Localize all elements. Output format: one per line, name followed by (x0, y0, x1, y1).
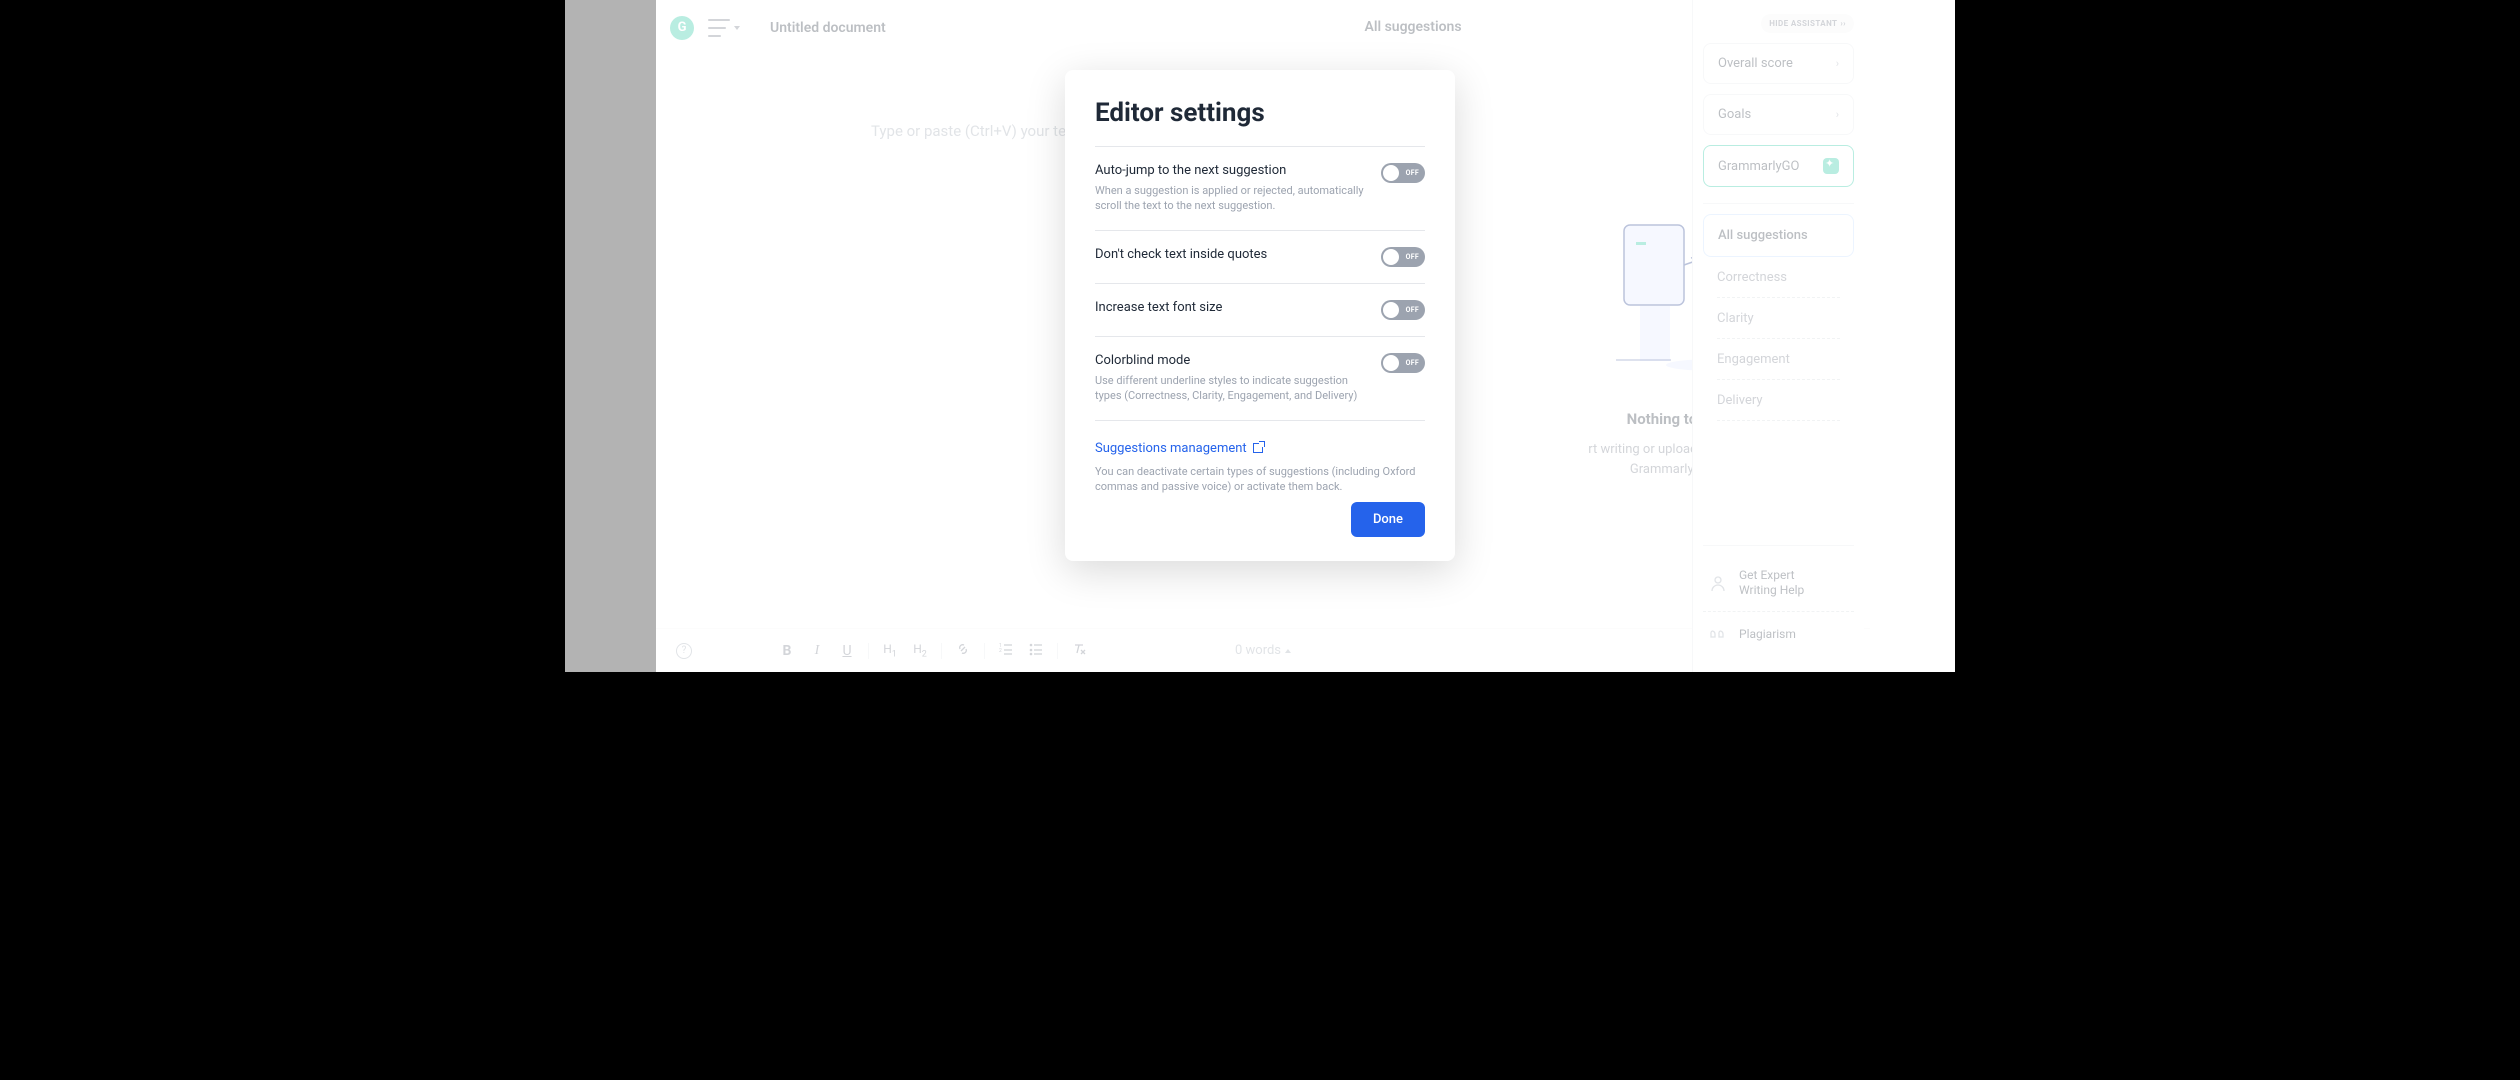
colorblind-toggle[interactable]: OFF (1381, 353, 1425, 373)
autojump-toggle[interactable]: OFF (1381, 163, 1425, 183)
sugg-mgmt-text: Suggestions management (1095, 441, 1247, 456)
fontsize-toggle[interactable]: OFF (1381, 300, 1425, 320)
sugg-mgmt-desc: You can deactivate certain types of sugg… (1095, 464, 1425, 495)
suggestions-management-section: Suggestions management You can deactivat… (1095, 420, 1425, 495)
modal-title: Editor settings (1095, 98, 1425, 128)
quotes-toggle[interactable]: OFF (1381, 247, 1425, 267)
editor-settings-modal: Editor settings Auto-jump to the next su… (1065, 70, 1455, 561)
toggle-state: OFF (1406, 359, 1419, 367)
toggle-state: OFF (1406, 306, 1419, 314)
done-button[interactable]: Done (1351, 502, 1425, 537)
setting-autojump: Auto-jump to the next suggestion When a … (1095, 146, 1425, 230)
toggle-state: OFF (1406, 169, 1419, 177)
app-frame: G Untitled document All suggestions Type… (565, 0, 1955, 672)
setting-quotes: Don't check text inside quotes OFF (1095, 230, 1425, 283)
autojump-desc: When a suggestion is applied or rejected… (1095, 183, 1367, 214)
quotes-label: Don't check text inside quotes (1095, 247, 1267, 262)
colorblind-label: Colorblind mode (1095, 353, 1367, 368)
setting-fontsize: Increase text font size OFF (1095, 283, 1425, 336)
toggle-state: OFF (1406, 253, 1419, 261)
external-link-icon (1253, 443, 1263, 453)
colorblind-desc: Use different underline styles to indica… (1095, 373, 1367, 404)
autojump-label: Auto-jump to the next suggestion (1095, 163, 1367, 178)
modal-overlay: Editor settings Auto-jump to the next su… (565, 0, 1955, 672)
suggestions-management-link[interactable]: Suggestions management (1095, 441, 1263, 456)
setting-colorblind: Colorblind mode Use different underline … (1095, 336, 1425, 420)
fontsize-label: Increase text font size (1095, 300, 1222, 315)
